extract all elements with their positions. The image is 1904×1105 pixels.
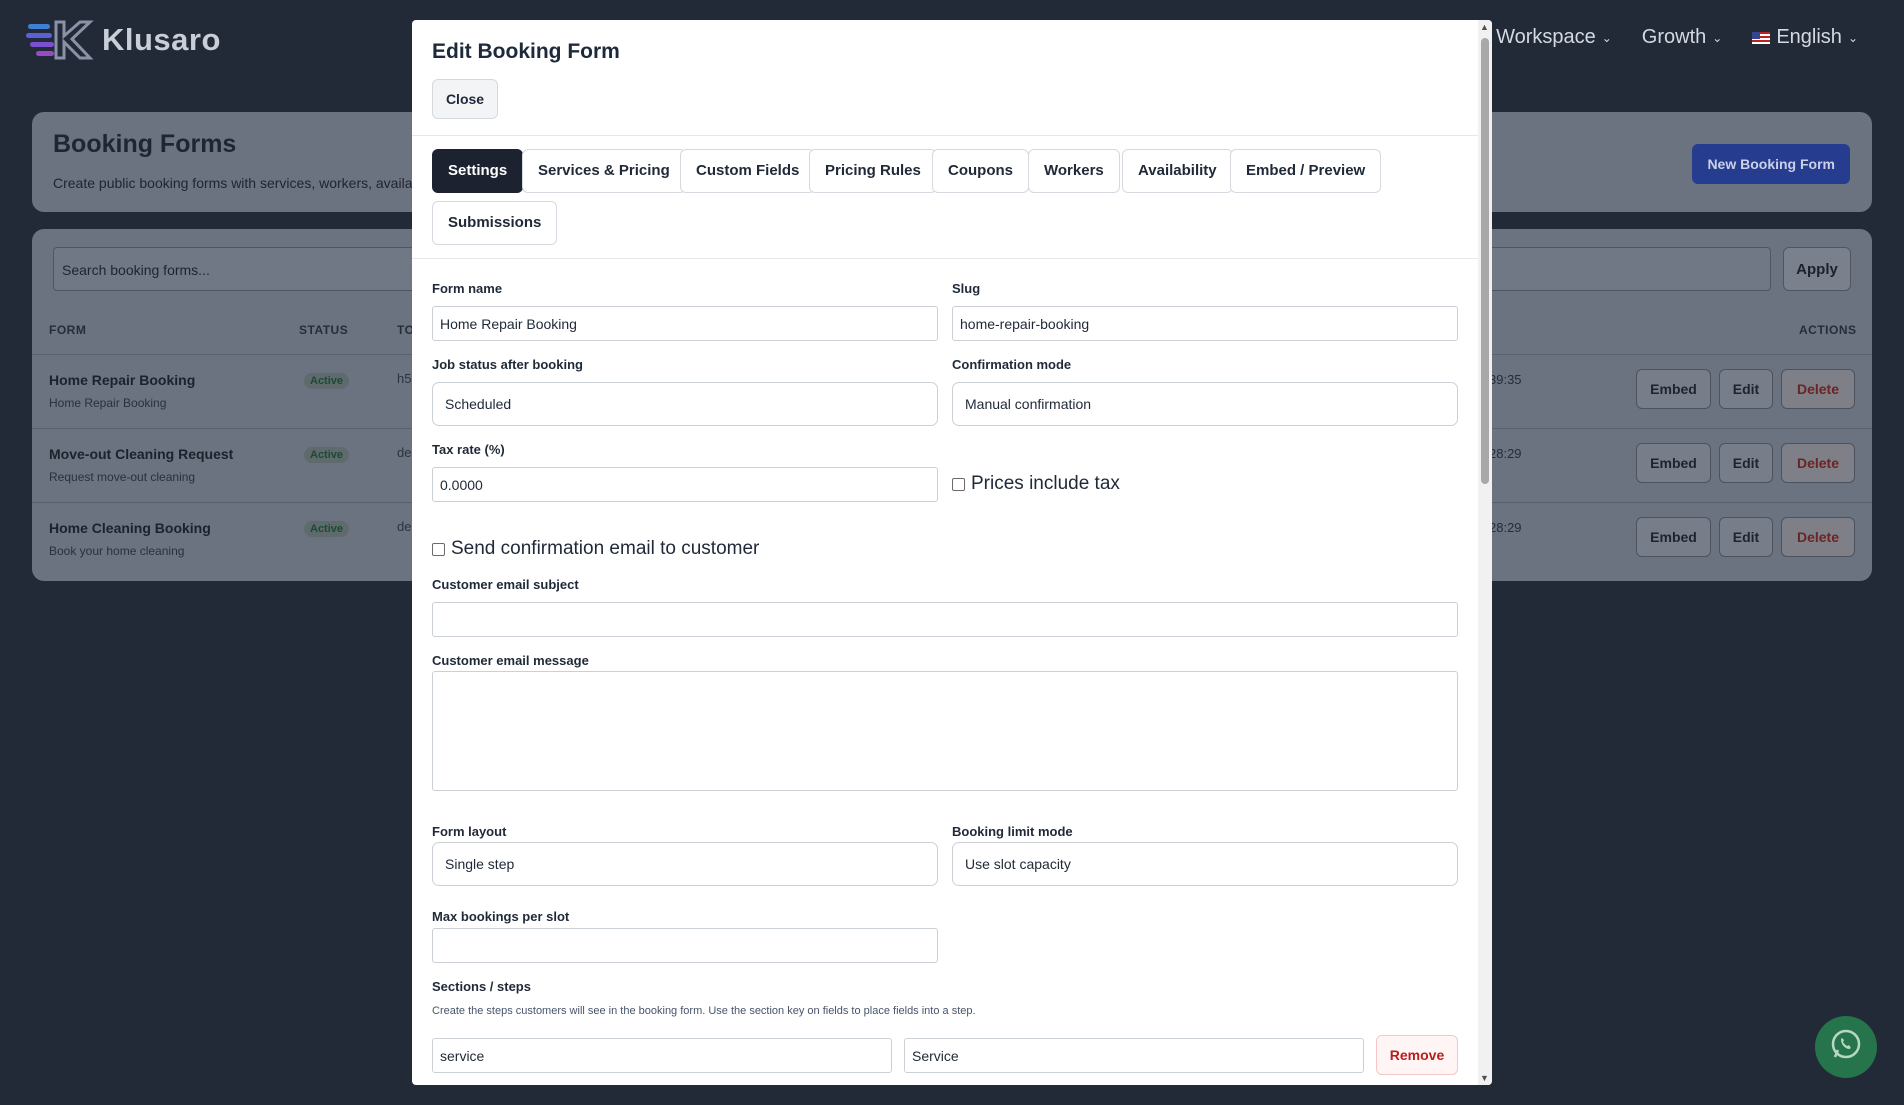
slug-input[interactable]: home-repair-booking (952, 306, 1458, 341)
edit-button[interactable]: Edit (1719, 517, 1773, 557)
modal-title: Edit Booking Form (432, 40, 620, 63)
confirmation-mode-label: Confirmation mode (952, 357, 1072, 372)
page-subtitle: Create public booking forms with service… (53, 175, 427, 191)
row-fragment: h5 (397, 371, 412, 386)
chevron-down-icon: ⌄ (1601, 30, 1612, 45)
prices-include-tax-label: Prices include tax (971, 473, 1120, 494)
sections-label: Sections / steps (432, 979, 531, 994)
row-time: 28:29 (1489, 520, 1522, 535)
whatsapp-chat-button[interactable] (1815, 1016, 1877, 1078)
email-subject-input[interactable] (432, 602, 1458, 637)
checkbox-box[interactable] (432, 542, 445, 556)
section-key-input[interactable]: service (432, 1038, 892, 1073)
email-message-textarea[interactable] (432, 671, 1458, 791)
column-header-status: STATUS (299, 323, 349, 337)
row-fragment: de (397, 445, 412, 460)
divider (412, 258, 1478, 259)
edit-button[interactable]: Edit (1719, 443, 1773, 483)
job-status-select[interactable]: Scheduled (432, 382, 938, 426)
form-name-input[interactable]: Home Repair Booking (432, 306, 938, 341)
new-booking-form-button[interactable]: New Booking Form (1692, 144, 1850, 184)
page-title: Booking Forms (53, 130, 237, 158)
embed-button[interactable]: Embed (1636, 517, 1711, 557)
status-badge: Active (304, 521, 350, 537)
column-header-actions: ACTIONS (1799, 323, 1857, 337)
brand-logo[interactable]: Klusaro (26, 18, 221, 62)
brand-name: Klusaro (102, 22, 221, 57)
tab-workers[interactable]: Workers (1028, 149, 1120, 193)
slug-label: Slug (952, 281, 981, 296)
tax-rate-input[interactable]: 0.0000 (432, 467, 938, 502)
send-confirmation-label: Send confirmation email to customer (451, 538, 760, 559)
tab-embed-preview[interactable]: Embed / Preview (1230, 149, 1382, 193)
scroll-down-arrow-icon[interactable]: ▼ (1480, 1073, 1489, 1083)
tab-services-pricing[interactable]: Services & Pricing (522, 149, 686, 193)
edit-button[interactable]: Edit (1719, 369, 1773, 409)
send-confirmation-checkbox[interactable]: Send confirmation email to customer (432, 538, 759, 560)
tab-pricing-rules[interactable]: Pricing Rules (809, 149, 937, 193)
row-subtitle: Book your home cleaning (49, 544, 185, 558)
form-layout-label: Form layout (432, 824, 507, 839)
form-name-label: Form name (432, 281, 503, 296)
booking-limit-mode-label: Booking limit mode (952, 824, 1073, 839)
modal-scrollbar[interactable]: ▲ ▼ (1478, 20, 1492, 1085)
delete-button[interactable]: Delete (1781, 369, 1855, 409)
nav-menu: s Workspace⌄ Growth⌄ English⌄ (1464, 26, 1858, 49)
embed-button[interactable]: Embed (1636, 443, 1711, 483)
apply-button[interactable]: Apply (1783, 247, 1851, 291)
us-flag-icon (1752, 31, 1771, 44)
row-subtitle: Home Repair Booking (49, 396, 167, 410)
tab-settings[interactable]: Settings (432, 149, 524, 193)
form-layout-select[interactable]: Single step (432, 842, 938, 886)
tab-submissions[interactable]: Submissions (432, 201, 558, 245)
status-badge: Active (304, 373, 350, 389)
language-selector[interactable]: English ⌄ (1752, 26, 1858, 49)
divider (412, 135, 1478, 136)
booking-limit-mode-select[interactable]: Use slot capacity (952, 842, 1458, 886)
close-button[interactable]: Close (432, 79, 498, 119)
nav-item-workspace[interactable]: Workspace ⌄ (1496, 26, 1612, 49)
sections-help-text: Create the steps customers will see in t… (432, 1005, 976, 1017)
row-title: Move-out Cleaning Request (49, 446, 234, 462)
row-time: 39:35 (1489, 372, 1522, 387)
nav-growth-label: Growth (1641, 26, 1707, 48)
tab-coupons[interactable]: Coupons (932, 149, 1029, 193)
status-badge: Active (304, 447, 350, 463)
row-time: 28:29 (1489, 446, 1522, 461)
remove-section-button[interactable]: Remove (1376, 1035, 1458, 1075)
section-title-input[interactable]: Service (904, 1038, 1364, 1073)
scroll-up-arrow-icon[interactable]: ▲ (1480, 22, 1489, 32)
klusaro-logo-icon (26, 18, 96, 62)
confirmation-mode-select[interactable]: Manual confirmation (952, 382, 1458, 426)
edit-booking-form-modal: Edit Booking Form Close Settings Service… (412, 20, 1492, 1085)
column-header-form: FORM (49, 323, 87, 337)
max-bookings-label: Max bookings per slot (432, 909, 570, 924)
delete-button[interactable]: Delete (1781, 443, 1855, 483)
chevron-down-icon: ⌄ (1847, 30, 1858, 45)
checkbox-box[interactable] (952, 477, 965, 491)
language-label: English (1776, 26, 1842, 48)
max-bookings-input[interactable] (432, 928, 938, 963)
tab-custom-fields[interactable]: Custom Fields (680, 149, 816, 193)
row-title: Home Repair Booking (49, 372, 196, 388)
nav-workspace-label: Workspace (1496, 26, 1596, 48)
chevron-down-icon: ⌄ (1712, 30, 1723, 45)
row-fragment: de (397, 519, 412, 534)
delete-button[interactable]: Delete (1781, 517, 1855, 557)
whatsapp-icon (1829, 1027, 1863, 1068)
tab-availability[interactable]: Availability (1122, 149, 1233, 193)
nav-item-growth[interactable]: Growth ⌄ (1642, 26, 1723, 49)
prices-include-tax-checkbox[interactable]: Prices include tax (952, 473, 1120, 495)
job-status-label: Job status after booking (432, 357, 583, 372)
row-title: Home Cleaning Booking (49, 520, 211, 536)
email-message-label: Customer email message (432, 653, 589, 668)
embed-button[interactable]: Embed (1636, 369, 1711, 409)
email-subject-label: Customer email subject (432, 577, 579, 592)
row-subtitle: Request move-out cleaning (49, 470, 196, 484)
tax-rate-label: Tax rate (%) (432, 442, 505, 457)
scrollbar-thumb[interactable] (1481, 38, 1489, 484)
